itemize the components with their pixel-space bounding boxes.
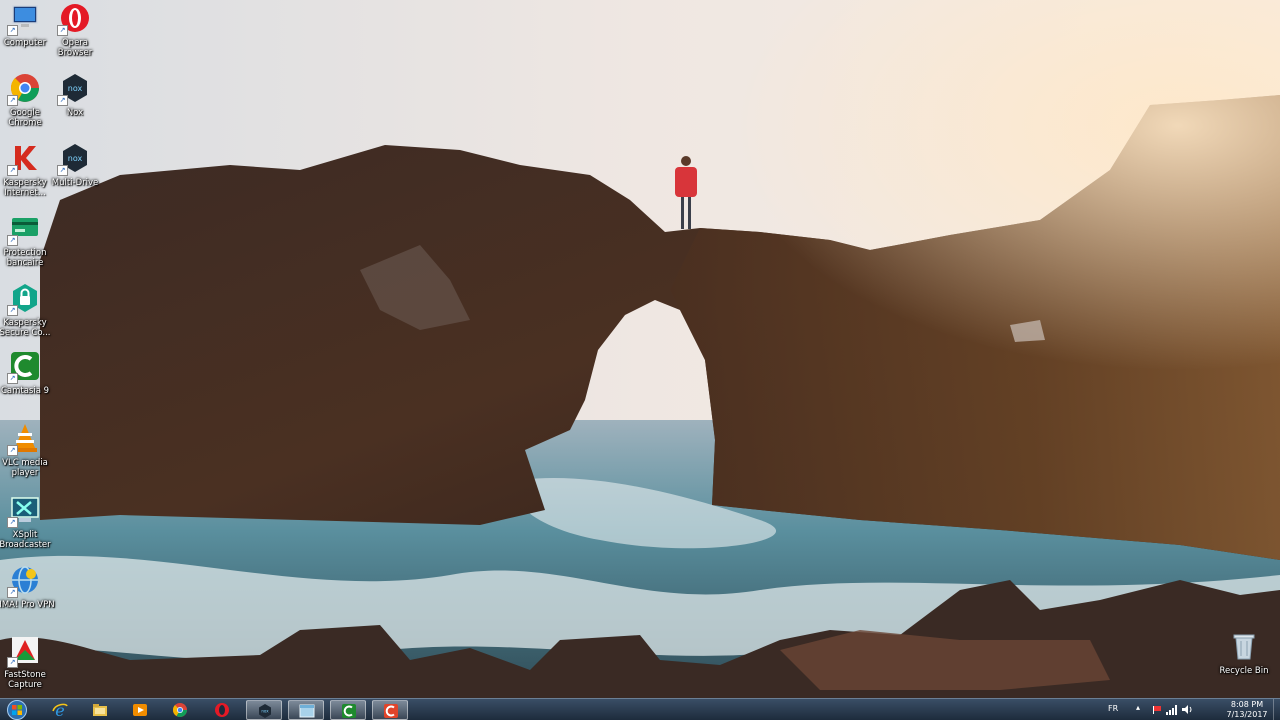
chrome-icon (172, 703, 187, 717)
desktop-icon-faststone[interactable]: ↗ FastStone Capture (0, 634, 55, 690)
kaspersky-icon: ↗ (7, 142, 41, 176)
taskbar-item-opera[interactable] (204, 700, 240, 720)
desktop-icon-label: Opera Browser (57, 38, 93, 58)
start-button[interactable] (4, 700, 30, 720)
taskbar-item-nox[interactable]: nox (246, 700, 282, 720)
network-signal-icon[interactable] (1166, 705, 1178, 717)
taskbar-item-internet-explorer[interactable]: e (42, 700, 78, 720)
volume-icon[interactable] (1182, 704, 1194, 717)
opera-icon: ↗ (57, 2, 91, 36)
clock-date: 7/13/2017 (1226, 710, 1268, 719)
taskbar-item-file-explorer[interactable] (82, 700, 118, 720)
desktop-wallpaper (0, 0, 1280, 698)
desktop-icon-label: Recycle Bin (1219, 666, 1269, 676)
desktop-icon-protection-bancaire[interactable]: ↗ Protection bancaire (0, 212, 55, 268)
file-explorer-icon (93, 704, 107, 716)
nox-icon: nox ↗ (57, 72, 91, 106)
desktop-icon-label: VLC media player (2, 458, 48, 478)
taskbar-item-media-player[interactable] (122, 700, 158, 720)
window-icon (299, 704, 315, 718)
media-player-icon (133, 704, 147, 716)
svg-text:nox: nox (261, 709, 269, 714)
faststone-icon: ↗ (7, 634, 41, 668)
taskbar-item-chrome[interactable] (162, 700, 198, 720)
hma-icon: ↗ (7, 564, 41, 598)
chrome-icon: ↗ (7, 72, 41, 106)
clock-time: 8:08 PM (1230, 700, 1264, 709)
taskbar-item-window[interactable] (288, 700, 324, 720)
show-desktop-button[interactable] (1273, 699, 1280, 720)
desktop-icon-nox[interactable]: nox ↗ Nox (45, 72, 105, 118)
vlc-icon: ↗ (7, 422, 41, 456)
desktop-icon-label: Nox (66, 108, 84, 118)
kaspersky-vpn-icon: ↗ (7, 282, 41, 316)
taskbar-item-camtasia-recorder[interactable] (372, 700, 408, 720)
language-indicator[interactable]: FR (1108, 704, 1118, 713)
desktop-icon-hma-vpn[interactable]: ↗ HMA! Pro VPN (0, 564, 55, 610)
camtasia-icon: ↗ (7, 350, 41, 384)
desktop-icon-label: Multi-Drive (51, 178, 99, 188)
desktop-icon-label: HMA! Pro VPN (0, 600, 55, 610)
bank-protection-icon: ↗ (7, 212, 41, 246)
action-center-flag-icon[interactable] (1152, 705, 1162, 717)
camtasia-recorder-icon (384, 704, 398, 718)
recycle-bin-icon (1228, 630, 1260, 662)
desktop-icon-label: Protection bancaire (3, 248, 47, 268)
svg-text:nox: nox (68, 154, 83, 163)
nox-multi-drive-icon: nox ↗ (57, 142, 91, 176)
taskbar: e nox FR ▴ 8:08 PM 7/13/2017 (0, 698, 1280, 720)
internet-explorer-icon: e (52, 702, 68, 718)
show-hidden-icons[interactable]: ▴ (1136, 703, 1140, 712)
desktop-icon-recycle-bin[interactable]: Recycle Bin (1214, 630, 1274, 676)
desktop-icon-multi-drive[interactable]: nox ↗ Multi-Drive (45, 142, 105, 188)
taskbar-item-camtasia[interactable] (330, 700, 366, 720)
desktop-icon-vlc[interactable]: ↗ VLC media player (0, 422, 55, 478)
desktop-icon-camtasia[interactable]: ↗ Camtasia 9 (0, 350, 55, 396)
svg-text:nox: nox (68, 84, 83, 93)
desktop-icon-label: Camtasia 9 (0, 386, 50, 396)
windows-logo-icon (7, 700, 27, 720)
xsplit-icon: ↗ (7, 494, 41, 528)
computer-icon: ↗ (7, 2, 41, 36)
camtasia-icon (342, 704, 356, 718)
desktop-icon-label: Kaspersky Secure Co... (0, 318, 51, 338)
desktop-icon-opera[interactable]: ↗ Opera Browser (45, 2, 105, 58)
desktop-icon-label: FastStone Capture (4, 670, 46, 690)
desktop-icon-label: XSplit Broadcaster (0, 530, 51, 550)
opera-icon (215, 703, 229, 717)
system-tray: FR ▴ (1096, 699, 1236, 720)
desktop-icon-xsplit[interactable]: ↗ XSplit Broadcaster (0, 494, 55, 550)
system-clock[interactable]: 8:08 PM 7/13/2017 (1222, 700, 1272, 720)
nox-icon: nox (259, 704, 271, 718)
desktop-icon-kaspersky-secure-connection[interactable]: ↗ Kaspersky Secure Co... (0, 282, 55, 338)
